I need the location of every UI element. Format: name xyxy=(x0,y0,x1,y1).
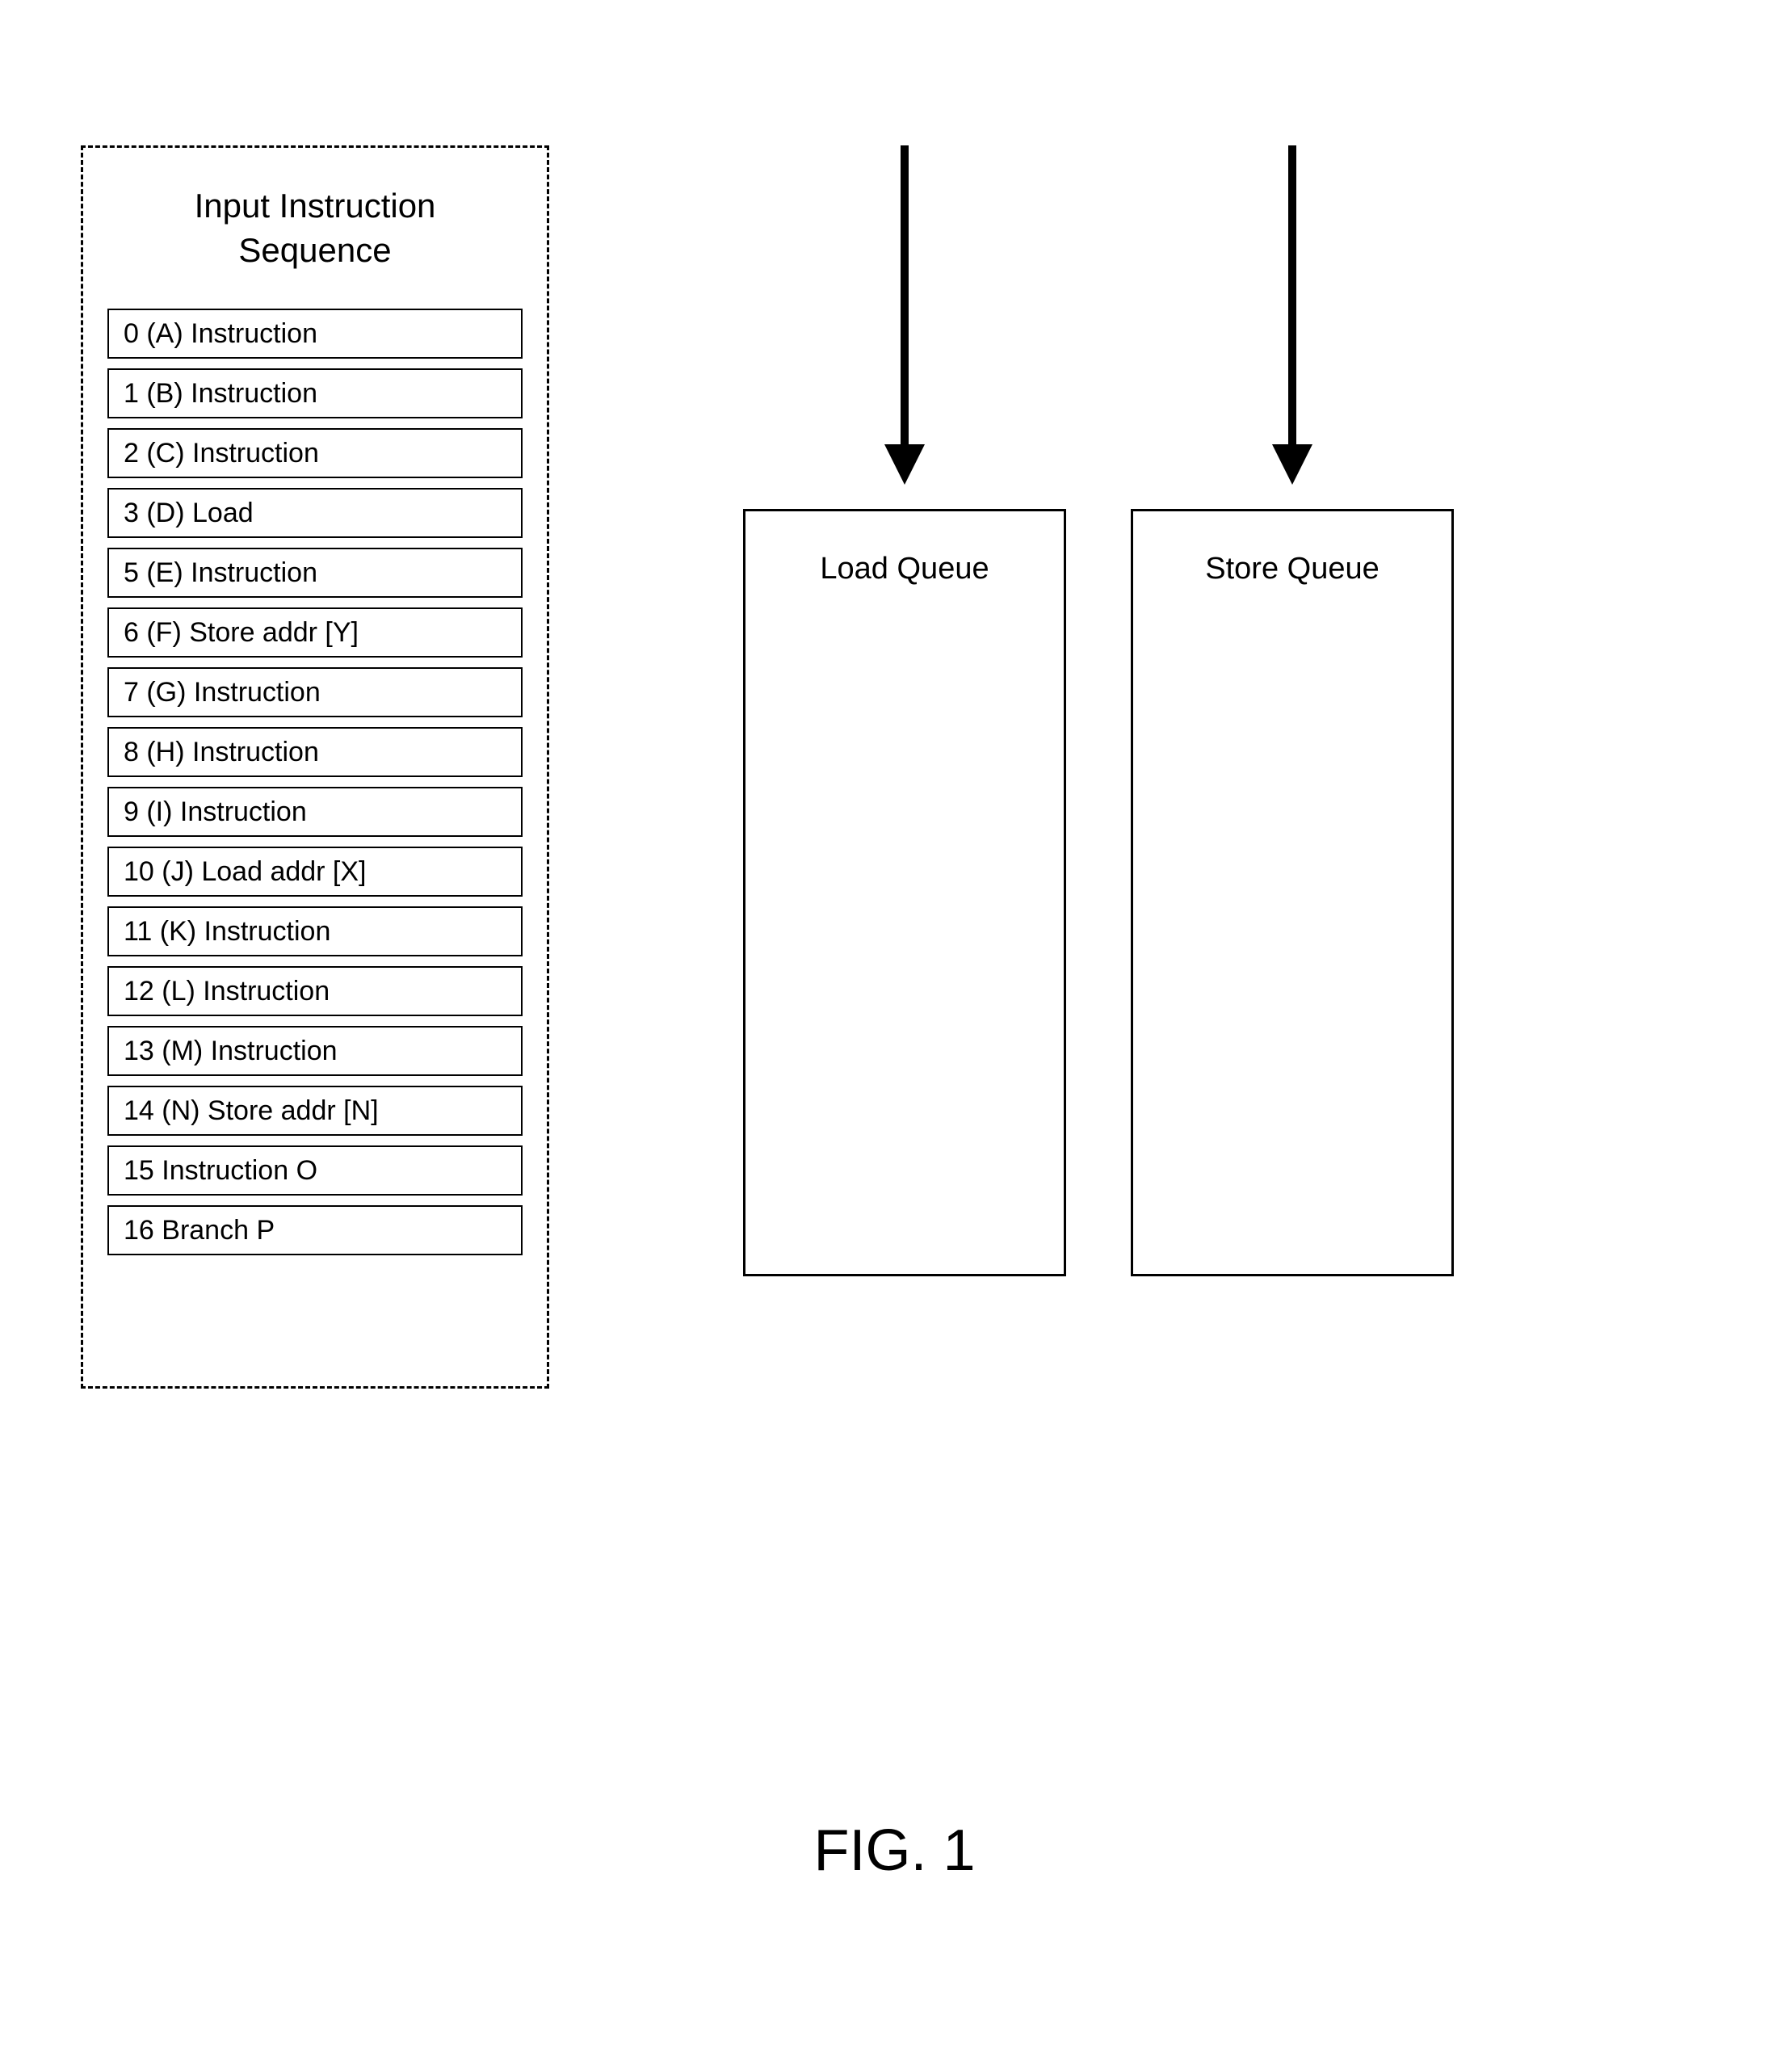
instruction-text: 10 (J) Load addr [X] xyxy=(124,856,367,888)
arrow-down-icon xyxy=(880,145,929,485)
instruction-row: 1 (B) Instruction xyxy=(107,368,523,418)
instruction-text: 0 (A) Instruction xyxy=(124,318,317,350)
instruction-text: 2 (C) Instruction xyxy=(124,438,319,469)
instruction-row: 12 (L) Instruction xyxy=(107,966,523,1016)
instruction-text: 14 (N) Store addr [N] xyxy=(124,1095,379,1127)
diagram-container: Input Instruction Sequence 0 (A) Instruc… xyxy=(81,145,1454,1389)
load-queue-box: Load Queue xyxy=(743,509,1066,1276)
instruction-row: 6 (F) Store addr [Y] xyxy=(107,607,523,658)
sequence-title: Input Instruction Sequence xyxy=(107,184,523,272)
instruction-row: 11 (K) Instruction xyxy=(107,906,523,956)
instruction-row: 3 (D) Load xyxy=(107,488,523,538)
store-queue-wrapper: Store Queue xyxy=(1131,145,1454,1389)
instruction-row: 10 (J) Load addr [X] xyxy=(107,847,523,897)
load-queue-label: Load Queue xyxy=(820,552,989,586)
instruction-text: 3 (D) Load xyxy=(124,498,254,529)
input-instruction-sequence-box: Input Instruction Sequence 0 (A) Instruc… xyxy=(81,145,549,1389)
instruction-row: 9 (I) Instruction xyxy=(107,787,523,837)
instruction-text: 6 (F) Store addr [Y] xyxy=(124,617,359,649)
instruction-row: 0 (A) Instruction xyxy=(107,309,523,359)
instruction-row: 16 Branch P xyxy=(107,1205,523,1255)
instruction-row: 15 Instruction O xyxy=(107,1145,523,1196)
instruction-text: 16 Branch P xyxy=(124,1215,275,1246)
sequence-title-line1: Input Instruction xyxy=(195,187,436,225)
instruction-text: 5 (E) Instruction xyxy=(124,557,317,589)
sequence-title-line2: Sequence xyxy=(238,231,391,269)
instruction-row: 2 (C) Instruction xyxy=(107,428,523,478)
instruction-row: 13 (M) Instruction xyxy=(107,1026,523,1076)
figure-label: FIG. 1 xyxy=(0,1818,1789,1884)
instruction-text: 7 (G) Instruction xyxy=(124,677,321,708)
instruction-row: 14 (N) Store addr [N] xyxy=(107,1086,523,1136)
instruction-text: 11 (K) Instruction xyxy=(124,916,330,948)
instruction-text: 1 (B) Instruction xyxy=(124,378,317,410)
instruction-text: 13 (M) Instruction xyxy=(124,1036,338,1067)
instruction-text: 15 Instruction O xyxy=(124,1155,317,1187)
instruction-text: 12 (L) Instruction xyxy=(124,976,330,1007)
queues-container: Load Queue Store Queue xyxy=(743,145,1454,1389)
store-queue-box: Store Queue xyxy=(1131,509,1454,1276)
instruction-row: 8 (H) Instruction xyxy=(107,727,523,777)
arrow-down-icon xyxy=(1268,145,1317,485)
instruction-text: 8 (H) Instruction xyxy=(124,737,319,768)
instruction-row: 7 (G) Instruction xyxy=(107,667,523,717)
load-queue-wrapper: Load Queue xyxy=(743,145,1066,1389)
instruction-row: 5 (E) Instruction xyxy=(107,548,523,598)
instruction-text: 9 (I) Instruction xyxy=(124,796,307,828)
store-queue-label: Store Queue xyxy=(1205,552,1379,586)
